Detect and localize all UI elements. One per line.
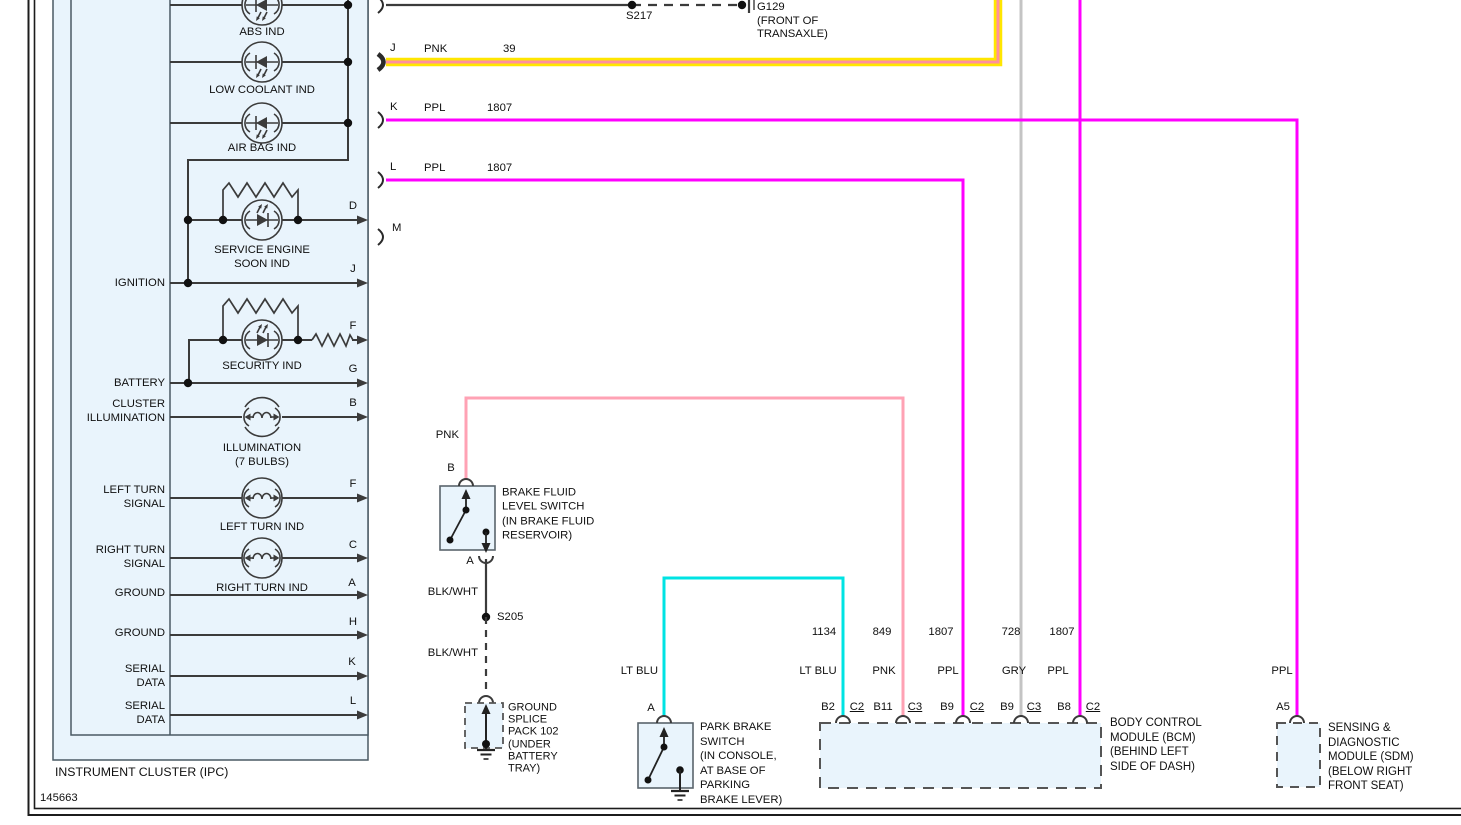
ipc-box	[52, 0, 369, 761]
wire-ppl-1807-l	[386, 178, 965, 716]
connector-arc-pin-j	[376, 52, 386, 72]
ipc-connector-arcs	[376, 0, 386, 246]
connector-arc	[656, 715, 672, 724]
wire-pnk-849	[464, 396, 905, 716]
wire-blk-wht	[481, 559, 491, 694]
bcm-pin-arcs	[835, 715, 1088, 724]
s217-splice-dot	[627, 0, 637, 10]
wire-pnk-39	[386, 0, 1003, 67]
wiring-diagram-canvas	[27, 0, 1461, 816]
connector-arc	[1289, 715, 1305, 724]
sdm-box	[1276, 715, 1321, 788]
park-brake-switch-box	[637, 715, 694, 801]
bcm-box	[819, 715, 1102, 789]
connector-arc	[478, 695, 494, 704]
brake-fluid-switch-box	[439, 478, 496, 564]
connector-arc-pin-m	[377, 228, 384, 246]
wire-lt-blu-1134	[662, 576, 845, 716]
connector-arc	[458, 478, 474, 487]
wire-ground-s217	[386, 0, 755, 13]
ground-splice-pack-box	[464, 695, 504, 760]
wiring-diagram-page: { "diagram": { "number": "145663" }, "co…	[0, 0, 1461, 825]
